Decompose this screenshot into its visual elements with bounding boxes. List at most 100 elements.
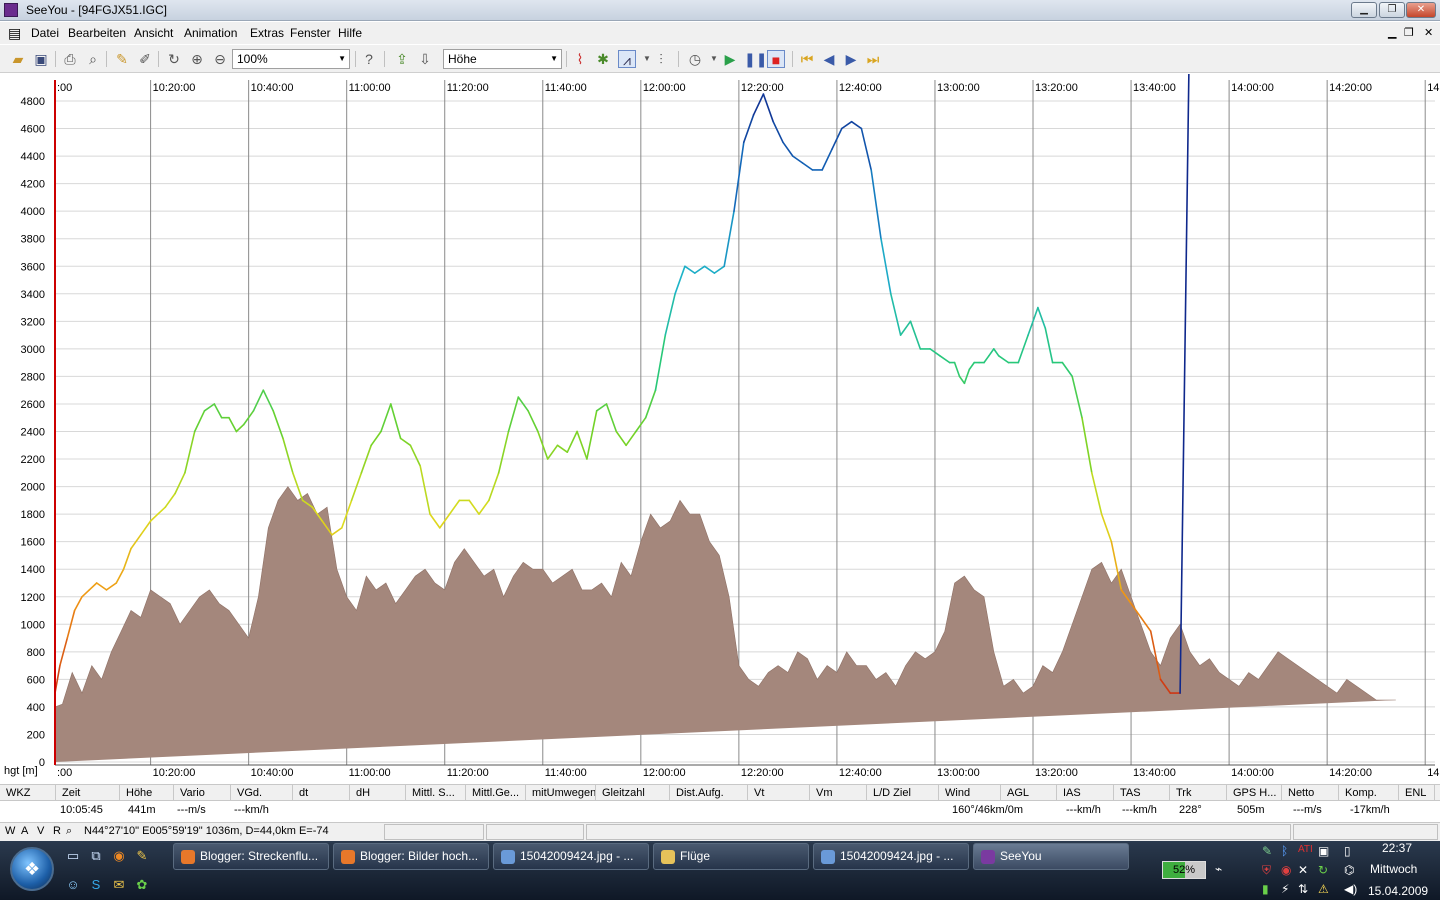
import-icon[interactable]: ⇩ xyxy=(416,50,434,68)
pause-icon[interactable]: ❚❚ xyxy=(744,50,767,68)
tray-icon[interactable]: ⚡ xyxy=(1281,882,1289,896)
sync-icon[interactable]: ↻ xyxy=(1318,863,1328,877)
last-frame-icon[interactable]: ⏭ xyxy=(864,50,882,68)
document-icon[interactable]: ▤ xyxy=(8,25,24,41)
task-edit-icon[interactable]: ✎ xyxy=(113,50,131,68)
close-button[interactable]: ✕ xyxy=(1406,2,1436,18)
task-fluege[interactable]: Flüge xyxy=(653,843,809,870)
play-icon[interactable]: ▶ xyxy=(721,50,739,68)
zoom-in-icon[interactable]: ⊕ xyxy=(188,50,206,68)
mode-r[interactable]: R xyxy=(53,825,61,837)
first-frame-icon[interactable]: ⏮ xyxy=(798,50,816,68)
mail-icon[interactable]: ✉ xyxy=(111,877,127,893)
power-plug-icon[interactable]: ⌁ xyxy=(1215,862,1222,876)
info-header-cell[interactable]: Mittl.Ge... xyxy=(466,785,526,801)
menu-animation[interactable]: Animation xyxy=(184,26,237,40)
icq-icon[interactable]: ✿ xyxy=(134,877,150,893)
stop-icon[interactable]: ■ xyxy=(767,50,785,68)
refresh-icon[interactable]: ↻ xyxy=(165,50,183,68)
task-image-1[interactable]: 15042009424.jpg - ... xyxy=(493,843,649,870)
print-icon[interactable]: ⎙ xyxy=(61,50,79,68)
info-header-cell[interactable]: Mittl. S... xyxy=(406,785,466,801)
wireless-icon[interactable]: ⌬ xyxy=(1344,863,1354,877)
info-header-cell[interactable]: Netto xyxy=(1282,785,1339,801)
info-header-cell[interactable]: Trk xyxy=(1170,785,1227,801)
info-header-cell[interactable]: Vario xyxy=(174,785,231,801)
info-header-cell[interactable]: mitUmwegen xyxy=(526,785,596,801)
menu-bearbeiten[interactable]: Bearbeiten xyxy=(68,26,126,40)
info-header-cell[interactable]: AGL xyxy=(1001,785,1057,801)
menu-fenster[interactable]: Fenster xyxy=(290,26,331,40)
minimize-button[interactable]: ▁ xyxy=(1351,2,1377,18)
info-header-cell[interactable]: Vt xyxy=(748,785,810,801)
export-icon[interactable]: ⇪ xyxy=(393,50,411,68)
skype-icon[interactable]: S xyxy=(88,877,104,893)
info-header-cell[interactable]: Wind xyxy=(939,785,1001,801)
save-icon[interactable]: ▣ xyxy=(32,50,50,68)
info-header-cell[interactable]: IAS xyxy=(1057,785,1114,801)
help-icon[interactable]: ? xyxy=(360,50,378,68)
info-header-cell[interactable]: Höhe xyxy=(120,785,174,801)
print-preview-icon[interactable]: ⌕ xyxy=(84,50,102,68)
menu-extras[interactable]: Extras xyxy=(250,26,284,40)
zoom-out-icon[interactable]: ⊖ xyxy=(211,50,229,68)
info-header-cell[interactable]: Dist.Aufg. xyxy=(670,785,748,801)
graph-view-select[interactable]: Höhe ▼ xyxy=(443,49,562,69)
tools-icon[interactable]: ✕ xyxy=(1298,863,1308,877)
battery-indicator[interactable]: 52% xyxy=(1162,861,1206,879)
info-header-cell[interactable]: Komp. xyxy=(1339,785,1399,801)
clock-time[interactable]: 22:37 xyxy=(1382,841,1412,855)
info-header-cell[interactable]: TAS xyxy=(1114,785,1170,801)
start-button[interactable]: ❖ xyxy=(10,847,54,891)
open-folder-icon[interactable]: ▰ xyxy=(9,50,27,68)
info-header-cell[interactable]: Zeit xyxy=(56,785,120,801)
task-seeyou[interactable]: SeeYou xyxy=(973,843,1129,870)
menu-ansicht[interactable]: Ansicht xyxy=(134,26,173,40)
antivirus-icon[interactable]: ◉ xyxy=(1281,863,1291,877)
display-icon[interactable]: ▣ xyxy=(1318,844,1329,858)
info-header-cell[interactable]: GPS H... xyxy=(1227,785,1282,801)
volume-icon[interactable]: ◀) xyxy=(1344,882,1357,896)
task-tools-icon[interactable]: ✐ xyxy=(136,50,154,68)
clock-weekday[interactable]: Mittwoch xyxy=(1370,862,1417,876)
task-image-2[interactable]: 15042009424.jpg - ... xyxy=(813,843,969,870)
mdi-restore-icon[interactable]: ❐ xyxy=(1404,26,1414,39)
barogram-icon[interactable]: ⌇ xyxy=(571,50,589,68)
warning-icon[interactable]: ⚠ xyxy=(1318,882,1329,896)
altitude-chart[interactable]: 0 200 400 600 800 1000 1200 1400 1600 1800 2000 220… xyxy=(0,74,1440,784)
mdi-minimize-icon[interactable]: ▁ xyxy=(1388,26,1396,39)
menu-datei[interactable]: Datei xyxy=(31,26,59,40)
clock-date[interactable]: 15.04.2009 xyxy=(1368,884,1428,898)
security-icon[interactable]: ⛨ xyxy=(1262,863,1271,878)
menu-hilfe[interactable]: Hilfe xyxy=(338,26,362,40)
clock-icon[interactable]: ◷ xyxy=(686,50,704,68)
info-header-cell[interactable]: ENL xyxy=(1399,785,1435,801)
next-frame-icon[interactable]: ▶ xyxy=(842,50,860,68)
show-desktop-icon[interactable]: ▭ xyxy=(65,848,81,864)
network-icon[interactable]: ⇅ xyxy=(1298,882,1308,896)
people-icon[interactable]: ☺ xyxy=(65,877,81,893)
mode-w[interactable]: W xyxy=(5,825,15,837)
switch-windows-icon[interactable]: ⧉ xyxy=(88,848,104,864)
task-blogger-bilder[interactable]: Blogger: Bilder hoch... xyxy=(333,843,489,870)
task-blogger-streckenflug[interactable]: Blogger: Streckenflu... xyxy=(173,843,329,870)
info-header-cell[interactable]: VGd. xyxy=(231,785,293,801)
search-icon[interactable]: ⌕ xyxy=(66,825,72,838)
thermal-icon[interactable]: ✱ xyxy=(594,50,612,68)
info-header-cell[interactable]: dH xyxy=(350,785,406,801)
mdi-close-icon[interactable]: ✕ xyxy=(1424,26,1433,39)
info-header-cell[interactable]: WKZ xyxy=(0,785,56,801)
phone-icon[interactable]: ▯ xyxy=(1344,844,1351,858)
info-header-cell[interactable]: dt xyxy=(293,785,350,801)
pencil-icon[interactable]: ✎ xyxy=(134,848,150,864)
signal-icon[interactable]: ▮ xyxy=(1262,882,1269,896)
zoom-select[interactable]: 100% ▼ xyxy=(232,49,350,69)
maximize-button[interactable]: ❐ xyxy=(1379,2,1405,18)
previous-frame-icon[interactable]: ◀ xyxy=(820,50,838,68)
graph-icon[interactable]: ⩘ xyxy=(618,50,636,68)
tray-icon[interactable]: ✎ xyxy=(1262,844,1272,858)
statistics-icon[interactable]: ⫶ xyxy=(652,50,670,68)
bluetooth-icon[interactable]: ᛒ xyxy=(1281,844,1288,858)
mode-a[interactable]: A xyxy=(21,825,28,837)
info-header-cell[interactable]: L/D Ziel xyxy=(867,785,939,801)
